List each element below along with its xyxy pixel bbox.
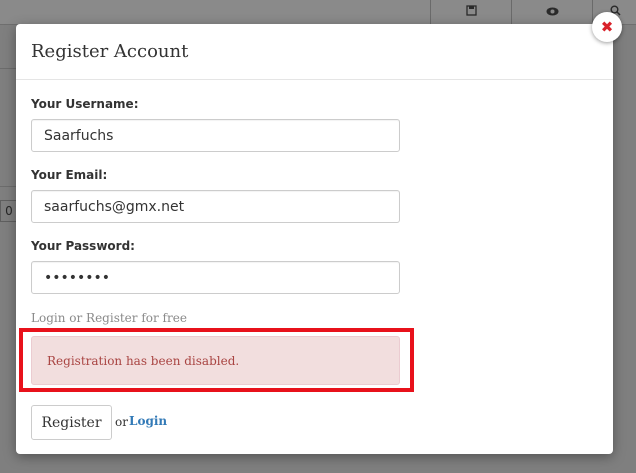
username-label: Your Username: (31, 97, 139, 111)
close-button[interactable]: ✖ (592, 12, 622, 42)
email-input[interactable] (31, 190, 400, 223)
register-modal: Register Account Your Username: Your Ema… (16, 24, 613, 454)
background-save-button (430, 0, 511, 24)
save-icon (465, 5, 477, 19)
username-input[interactable] (31, 119, 400, 152)
register-hint: Login or Register for free (31, 311, 187, 325)
close-icon: ✖ (600, 18, 614, 36)
eye-icon (546, 6, 559, 19)
background-toolbar (0, 0, 636, 25)
background-view-button (511, 0, 592, 24)
password-label: Your Password: (31, 239, 135, 253)
modal-header: Register Account (16, 24, 613, 80)
password-input[interactable] (31, 261, 400, 294)
register-button[interactable]: Register (31, 405, 112, 440)
modal-title: Register Account (31, 41, 189, 62)
or-text: or (115, 415, 128, 429)
alert-highlight-box (19, 328, 414, 392)
email-label: Your Email: (31, 168, 108, 182)
login-link[interactable]: Login (129, 414, 167, 428)
